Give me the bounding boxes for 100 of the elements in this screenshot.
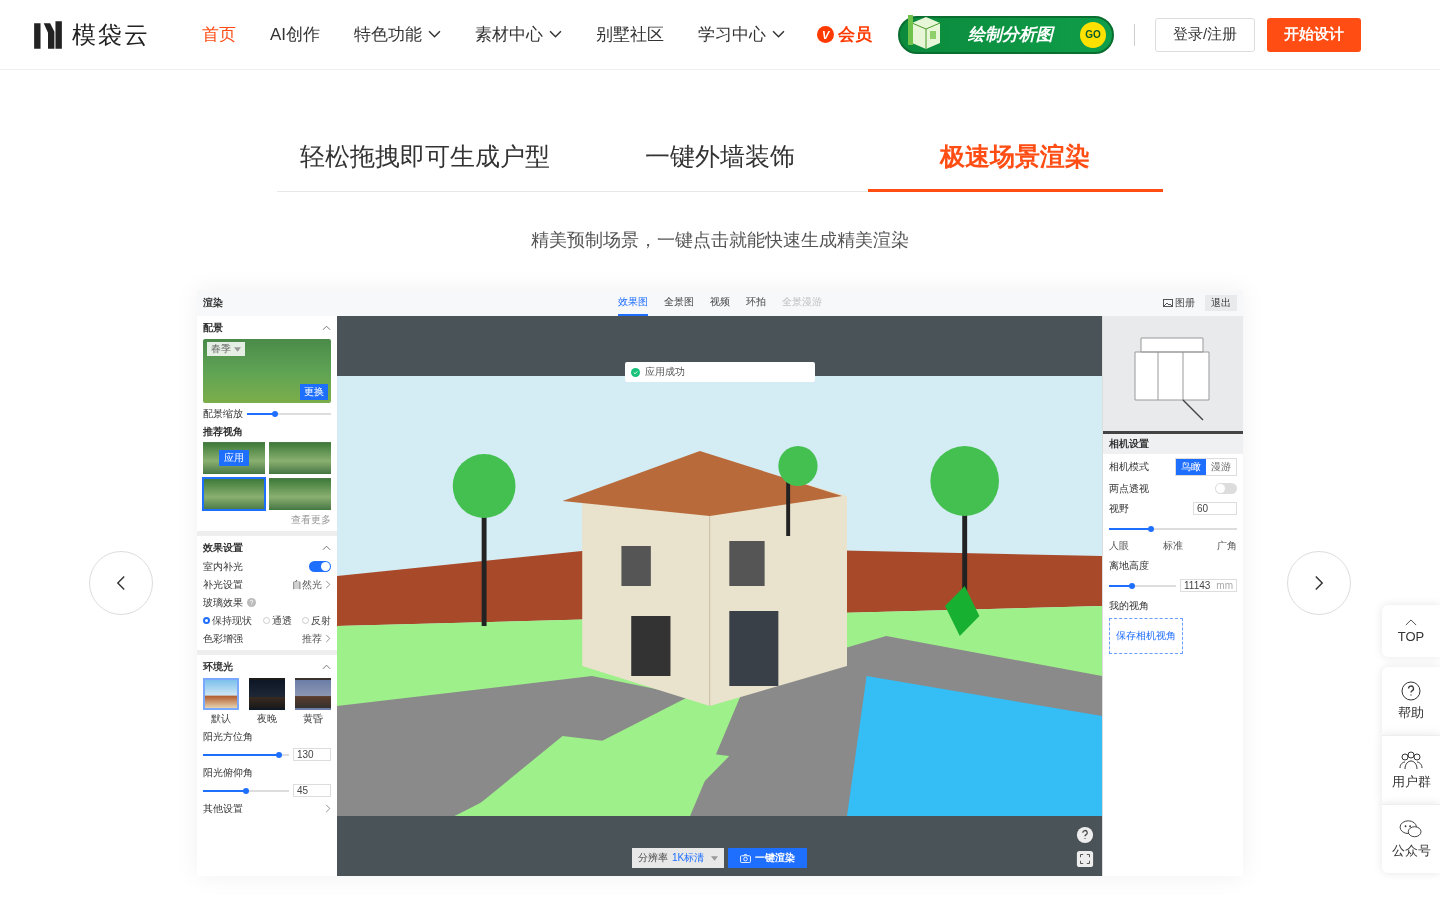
- slider-track[interactable]: [1109, 527, 1237, 530]
- radio-option[interactable]: 通透: [262, 613, 292, 628]
- setting-label: 我的视角: [1109, 598, 1149, 613]
- toggle-switch[interactable]: [309, 561, 331, 572]
- success-toast: 应用成功: [624, 362, 815, 382]
- exit-button[interactable]: 退出: [1205, 295, 1237, 311]
- preset-label: 默认: [211, 712, 231, 726]
- view-thumbnail[interactable]: [269, 478, 331, 510]
- side-float-button[interactable]: 用户群: [1382, 735, 1440, 804]
- section-title: 相机设置: [1103, 434, 1243, 454]
- number-field[interactable]: 11143 mm: [1180, 579, 1237, 592]
- promo-banner[interactable]: 绘制分析图 GO: [898, 15, 1115, 54]
- number-field[interactable]: 130: [293, 748, 331, 761]
- view-thumbnail[interactable]: 应用: [203, 442, 265, 474]
- side-float-button[interactable]: 公众号: [1382, 804, 1440, 873]
- go-badge: GO: [1080, 21, 1107, 48]
- tick-label: 标准: [1163, 539, 1183, 553]
- collapse-icon[interactable]: [322, 545, 331, 551]
- caret-icon: [234, 346, 241, 352]
- view-thumbnail[interactable]: [203, 478, 265, 510]
- people-icon: [1398, 749, 1424, 770]
- radio-option[interactable]: 反射: [302, 613, 331, 628]
- slider-label: 离地高度: [1109, 558, 1149, 573]
- chevron-right-icon: [325, 580, 331, 589]
- camera-mode-option[interactable]: 漫游: [1206, 459, 1236, 475]
- fullscreen-icon[interactable]: [1076, 850, 1094, 868]
- tick-label: 广角: [1217, 539, 1237, 553]
- setting-label: 其他设置: [203, 801, 243, 816]
- number-field[interactable]: 45: [293, 784, 331, 797]
- section-title: 环境光: [203, 660, 233, 674]
- setting-label: 色彩增强: [203, 631, 243, 646]
- slider-track[interactable]: [203, 789, 289, 792]
- chevron-right-icon: [325, 634, 331, 643]
- album-button[interactable]: 图册: [1163, 296, 1195, 310]
- setting-label: 玻璃效果: [203, 595, 243, 610]
- subsection-title: 推荐视角: [203, 424, 243, 439]
- help-icon: [1401, 680, 1421, 701]
- image-icon: [1163, 299, 1173, 307]
- toggle-switch[interactable]: [1215, 483, 1237, 494]
- nav-link[interactable]: 学习中心: [698, 23, 786, 46]
- section-title: 效果设置: [203, 541, 243, 555]
- resolution-dropdown[interactable]: 分辨率 1K标清: [631, 848, 725, 868]
- slider-thumb[interactable]: [1129, 582, 1136, 589]
- collapse-icon[interactable]: [322, 664, 331, 670]
- tick-label: 人眼: [1109, 539, 1129, 553]
- slider-thumb[interactable]: [271, 410, 278, 417]
- change-button[interactable]: 更换: [300, 384, 328, 400]
- caret-icon: [711, 855, 719, 861]
- render-button[interactable]: 一键渲染: [728, 848, 808, 868]
- help-icon[interactable]: [1076, 826, 1094, 844]
- lighting-preset-thumbnail[interactable]: [249, 678, 285, 710]
- slider-track[interactable]: [247, 412, 331, 415]
- preset-label: 夜晚: [257, 712, 277, 726]
- mode-tab[interactable]: 全景图: [664, 290, 694, 316]
- radio-option[interactable]: 保持现状: [203, 613, 252, 628]
- slider-thumb[interactable]: [1148, 525, 1155, 532]
- setting-label: 补光设置: [203, 577, 243, 592]
- lighting-preset-thumbnail[interactable]: [295, 678, 331, 710]
- check-icon: [630, 367, 640, 377]
- login-button[interactable]: 登录/注册: [1155, 17, 1256, 52]
- lighting-preset-thumbnail[interactable]: [203, 678, 239, 710]
- save-view-button[interactable]: 保存相机视角: [1109, 618, 1183, 654]
- nav-link[interactable]: 素材中心: [475, 23, 563, 46]
- chevron-left-icon: [116, 575, 126, 591]
- mode-tab[interactable]: 环拍: [746, 290, 766, 316]
- chevron-up-icon: [1405, 618, 1417, 626]
- slider-track[interactable]: [1109, 584, 1176, 587]
- camera-icon: [740, 853, 752, 863]
- view-thumbnail[interactable]: [269, 442, 331, 474]
- side-float-button[interactable]: 帮助: [1382, 667, 1440, 735]
- section-subtitle: 精美预制场景，一键点击就能快速生成精美渲染: [530, 229, 910, 252]
- slider-label: 阳光方位角: [203, 729, 253, 744]
- setting-value-link[interactable]: 推荐: [302, 631, 322, 646]
- apply-button[interactable]: 应用: [219, 450, 249, 466]
- logo-icon: [32, 18, 64, 51]
- nav-link[interactable]: 别墅社区: [596, 23, 665, 46]
- mode-tab[interactable]: 视频: [710, 290, 730, 316]
- preset-label: 黄昏: [303, 712, 323, 726]
- nav-link[interactable]: AI创作: [270, 23, 321, 46]
- side-float-button[interactable]: TOP: [1382, 605, 1440, 657]
- slider-label: 阳光俯仰角: [203, 765, 253, 780]
- feature-tab[interactable]: 轻松拖拽即可生成户型: [277, 130, 573, 192]
- chat-bubbles-icon: [1399, 818, 1423, 839]
- season-dropdown[interactable]: 春季: [207, 342, 245, 356]
- setting-label: 两点透视: [1109, 481, 1149, 496]
- setting-value-link[interactable]: 自然光: [292, 577, 322, 592]
- logo-text: 模袋云: [72, 19, 150, 50]
- slider-label: 配景缩放: [203, 406, 243, 421]
- nav-link[interactable]: 特色功能: [354, 23, 442, 46]
- setting-label: 视野: [1109, 501, 1129, 516]
- panel-title: 渲染: [203, 296, 224, 310]
- chevron-right-icon: [1314, 575, 1324, 591]
- collapse-icon[interactable]: [322, 325, 331, 331]
- slider-thumb[interactable]: [275, 751, 282, 758]
- slider-thumb[interactable]: [243, 787, 249, 794]
- camera-mode-option[interactable]: 鸟瞰: [1176, 459, 1206, 475]
- feature-tab[interactable]: 一键外墙装饰: [572, 130, 868, 192]
- setting-label: 相机模式: [1109, 460, 1149, 474]
- number-field[interactable]: 60: [1193, 502, 1237, 515]
- member-link[interactable]: V 会员: [817, 23, 873, 46]
